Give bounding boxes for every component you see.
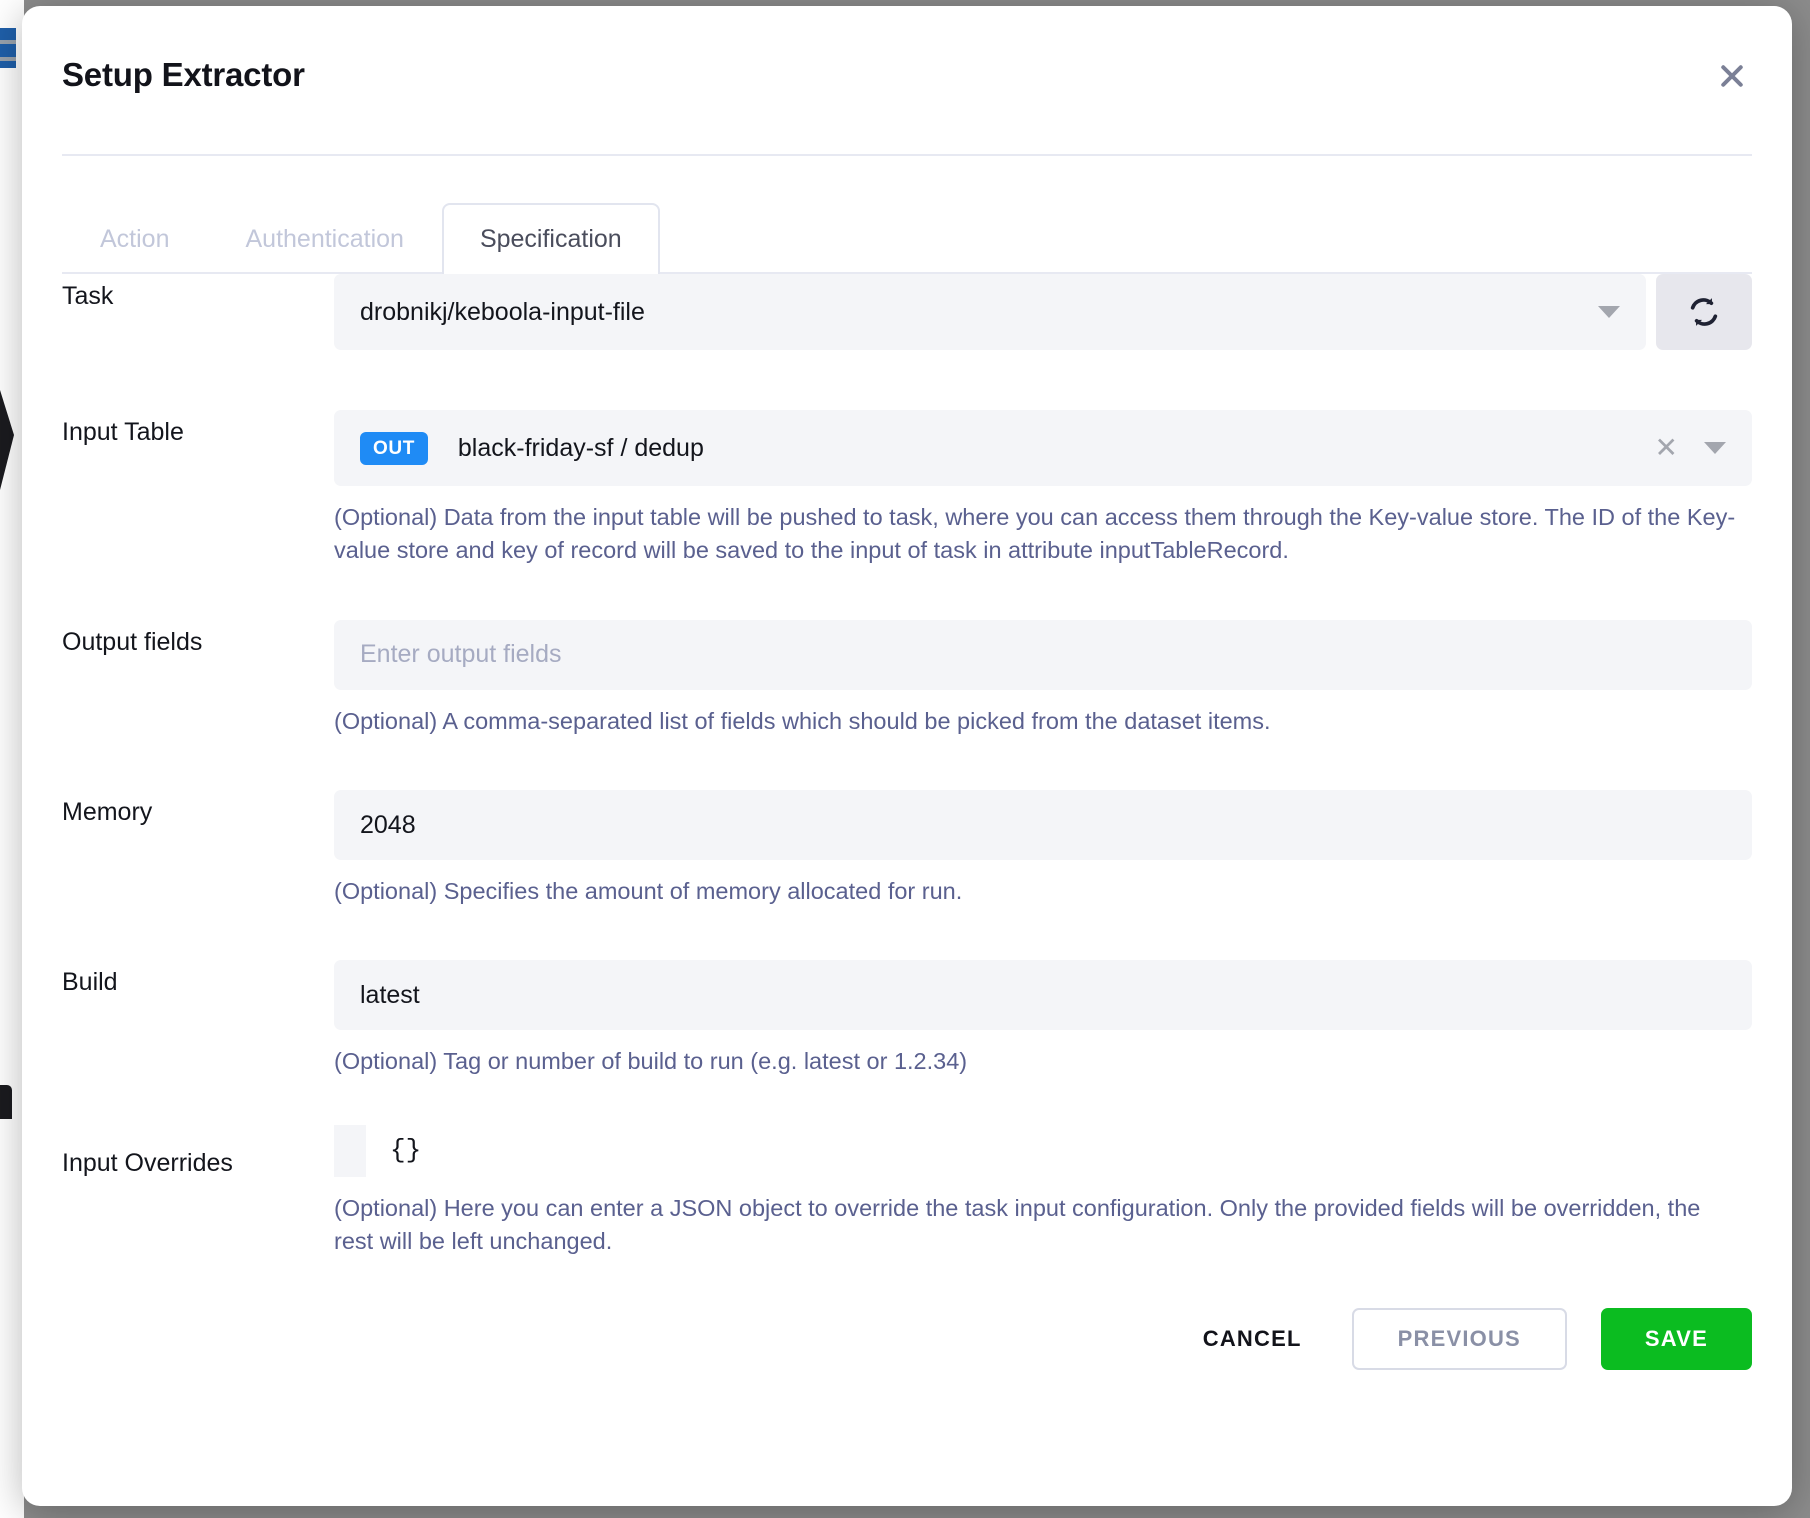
header-divider (62, 154, 1752, 156)
input-table-value: black-friday-sf / dedup (457, 433, 704, 462)
form-row-input-overrides: Input Overrides {} (Optional) Here you c… (62, 1124, 1752, 1259)
background-logo (0, 28, 16, 68)
output-fields-placeholder: Enter output fields (360, 640, 562, 669)
output-fields-input[interactable]: Enter output fields (334, 619, 1752, 690)
form-row-input-table: Input Table OUT black-friday-sf / dedup … (62, 410, 1752, 568)
task-value: drobnikj/keboola-input-file (360, 297, 645, 326)
modal-title: Setup Extractor (62, 56, 305, 93)
build-value: latest (360, 980, 420, 1009)
refresh-icon[interactable] (1656, 274, 1752, 350)
input-overrides-value[interactable]: {} (366, 1125, 1752, 1177)
setup-extractor-modal: Setup Extractor Action Authentication Sp… (22, 6, 1792, 1506)
cancel-button[interactable]: CANCEL (1187, 1308, 1318, 1370)
modal-footer: CANCEL PREVIOUS SAVE (22, 1276, 1792, 1506)
form-row-memory: Memory 2048 (Optional) Specifies the amo… (62, 790, 1752, 908)
previous-button[interactable]: PREVIOUS (1351, 1308, 1567, 1370)
input-overrides-help: (Optional) Here you can enter a JSON obj… (334, 1194, 1701, 1255)
memory-help: (Optional) Specifies the amount of memor… (334, 878, 963, 905)
output-fields-help: (Optional) A comma-separated list of fie… (334, 707, 1271, 734)
input-table-select[interactable]: OUT black-friday-sf / dedup ✕ (334, 410, 1752, 486)
output-fields-label: Output fields (62, 627, 203, 656)
save-button[interactable]: SAVE (1600, 1308, 1752, 1370)
specification-form: Task drobnikj/keboola-input-file Input T… (22, 274, 1792, 1336)
modal-tabs: Action Authentication Specification (62, 190, 1752, 274)
task-select[interactable]: drobnikj/keboola-input-file (334, 274, 1646, 350)
build-help: (Optional) Tag or number of build to run… (334, 1048, 968, 1075)
close-icon[interactable] (1712, 56, 1752, 96)
input-table-help: (Optional) Data from the input table wil… (334, 504, 1736, 564)
build-input[interactable]: latest (334, 960, 1752, 1031)
background-page (0, 0, 24, 1518)
input-table-label: Input Table (62, 418, 184, 446)
code-gutter (334, 1124, 366, 1177)
tab-authentication[interactable]: Authentication (207, 203, 441, 274)
close-icon[interactable]: ✕ (1643, 434, 1690, 462)
chevron-down-icon[interactable] (1598, 306, 1620, 318)
task-label: Task (62, 282, 114, 310)
tab-specification[interactable]: Specification (441, 203, 660, 274)
chevron-down-icon[interactable] (1704, 442, 1726, 454)
form-row-build: Build latest (Optional) Tag or number of… (62, 960, 1752, 1078)
modal-header: Setup Extractor (22, 6, 1792, 156)
memory-input[interactable]: 2048 (334, 790, 1752, 861)
tab-action[interactable]: Action (62, 203, 207, 274)
memory-value: 2048 (360, 810, 416, 839)
build-label: Build (62, 968, 118, 997)
form-row-output-fields: Output fields Enter output fields (Optio… (62, 619, 1752, 738)
memory-label: Memory (62, 798, 153, 827)
input-overrides-label: Input Overrides (62, 1148, 233, 1177)
background-decoration-block (0, 1085, 12, 1119)
input-overrides-editor[interactable]: {} (334, 1124, 1752, 1177)
status-badge: OUT (360, 431, 428, 465)
form-row-task: Task drobnikj/keboola-input-file (62, 274, 1752, 350)
